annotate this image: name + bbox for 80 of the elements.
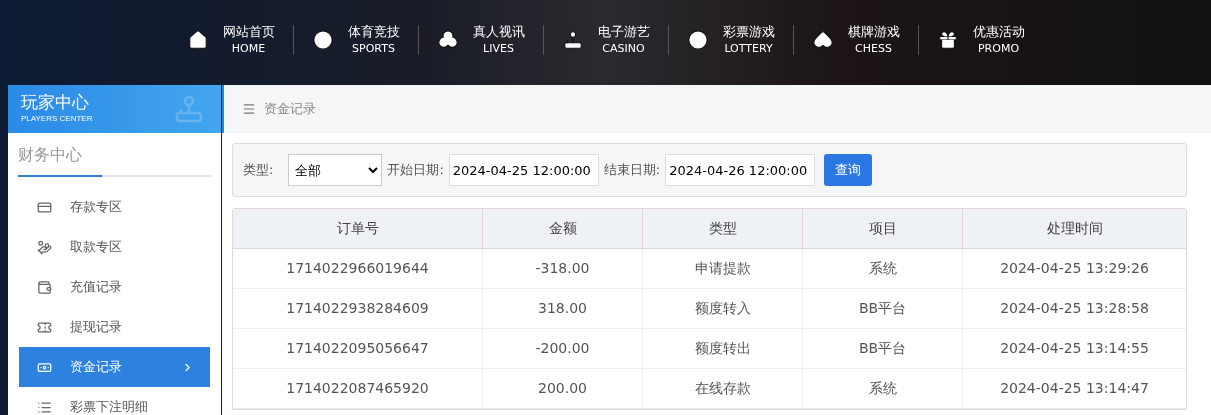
nav-item[interactable]: 棋牌游戏 CHESS <box>807 23 904 56</box>
gift-icon <box>936 28 959 51</box>
list-icon <box>37 399 52 415</box>
table-cell: 2024-04-25 13:29:26 <box>962 249 1186 288</box>
sidebar-title: 玩家中心 <box>21 91 89 113</box>
breadcrumb-text: 资金记录 <box>264 100 316 119</box>
type-label: 类型: <box>243 161 274 180</box>
table-cell: 2024-04-25 13:14:47 <box>962 369 1186 408</box>
ball-icon <box>311 28 334 51</box>
table-cell: 申请提款 <box>642 249 802 288</box>
nav-label: 彩票游戏 <box>722 23 775 40</box>
ticket-icon <box>37 319 52 335</box>
sidebar-label: 彩票下注明细 <box>70 398 149 415</box>
hand-coins-icon <box>37 239 52 255</box>
gamepad-icon <box>173 93 205 125</box>
table-cell: 系统 <box>802 249 962 288</box>
column-header: 订单号 <box>335 219 380 238</box>
start-date-label: 开始日期: <box>387 161 444 180</box>
sidebar-item[interactable]: 资金记录 <box>19 347 210 387</box>
column-header: 类型 <box>642 209 802 248</box>
nav-label: 优惠活动 <box>972 23 1025 40</box>
column-header: 处理时间 <box>962 209 1186 248</box>
table-cell-text: 1714022095056647 <box>285 339 430 358</box>
nav-label: 真人视讯 <box>472 23 525 40</box>
table-cell-text: 1714022938284609 <box>285 299 430 318</box>
joystick-icon <box>561 28 584 51</box>
sidebar-label: 取款专区 <box>70 238 123 257</box>
nav-sublabel: CHESS <box>855 41 892 56</box>
sidebar-item[interactable]: 取款专区 <box>19 227 210 267</box>
nav-item[interactable]: 彩票游戏 LOTTERY <box>682 23 779 56</box>
sidebar-label: 资金记录 <box>70 358 123 377</box>
nav-label: 电子游艺 <box>597 23 650 40</box>
nav-label: 体育竞技 <box>347 23 400 40</box>
sidebar-subtitle: PLAYERS CENTER <box>21 113 93 125</box>
card-icon <box>37 199 52 215</box>
spade-icon <box>811 28 834 51</box>
home-icon <box>186 28 209 51</box>
sidebar-item[interactable]: 提现记录 <box>19 307 210 347</box>
sidebar-label: 存款专区 <box>70 198 123 217</box>
sidebar-item[interactable]: 充值记录 <box>19 267 210 307</box>
section-title: 财务中心 <box>18 143 102 177</box>
nav-label: 棋牌游戏 <box>847 23 900 40</box>
nav-item[interactable]: 真人视讯 LIVES <box>432 23 529 56</box>
search-button[interactable]: 查询 <box>824 154 873 186</box>
nav-item[interactable]: 网站首页 HOME <box>182 23 279 56</box>
table-cell: 额度转出 <box>642 329 802 368</box>
table-cell: -318.00 <box>482 249 642 288</box>
nav-item[interactable]: 优惠活动 PROMO <box>932 23 1029 56</box>
nav-sublabel: PROMO <box>977 41 1020 56</box>
table-cell: -200.00 <box>482 329 642 368</box>
table-cell-text: 1714022087465920 <box>285 379 430 398</box>
table-cell: 在线存款 <box>642 369 802 408</box>
table-cell: 318.00 <box>482 289 642 328</box>
sidebar-label: 充值记录 <box>70 278 123 297</box>
table-cell: 2024-04-25 13:28:58 <box>962 289 1186 328</box>
end-date-field[interactable]: 2024-04-26 12:00:00 <box>665 154 816 186</box>
nav-sublabel: CASINO <box>602 41 645 56</box>
nav-item[interactable]: 体育竞技 SPORTS <box>307 23 404 56</box>
nav-sublabel: LIVES <box>483 41 514 56</box>
table-cell: BB平台 <box>802 329 962 368</box>
table-cell: 额度转入 <box>642 289 802 328</box>
type-select[interactable]: 全部 <box>288 154 383 186</box>
table-cell-text: 1714022966019644 <box>285 259 430 278</box>
end-date-label: 结束日期: <box>603 161 661 180</box>
table-cell: 2024-04-25 13:14:55 <box>962 329 1186 368</box>
nav-item[interactable]: 电子游艺 CASINO <box>557 23 654 56</box>
nav-label: 网站首页 <box>222 23 275 40</box>
column-header: 金额 <box>482 209 642 248</box>
menu-icon <box>242 102 256 116</box>
sidebar-label: 提现记录 <box>70 318 123 337</box>
table-cell: 200.00 <box>482 369 642 408</box>
table-cell: 系统 <box>802 369 962 408</box>
nav-sublabel: HOME <box>231 41 266 56</box>
nav-sublabel: SPORTS <box>352 41 395 56</box>
column-header: 项目 <box>802 209 962 248</box>
sidebar-item[interactable]: 存款专区 <box>19 187 210 227</box>
table-cell: BB平台 <box>802 289 962 328</box>
start-date-field[interactable]: 2024-04-25 12:00:00 <box>448 154 599 186</box>
sidebar-item[interactable]: 彩票下注明细 <box>19 387 210 415</box>
nav-sublabel: LOTTERY <box>724 41 773 56</box>
